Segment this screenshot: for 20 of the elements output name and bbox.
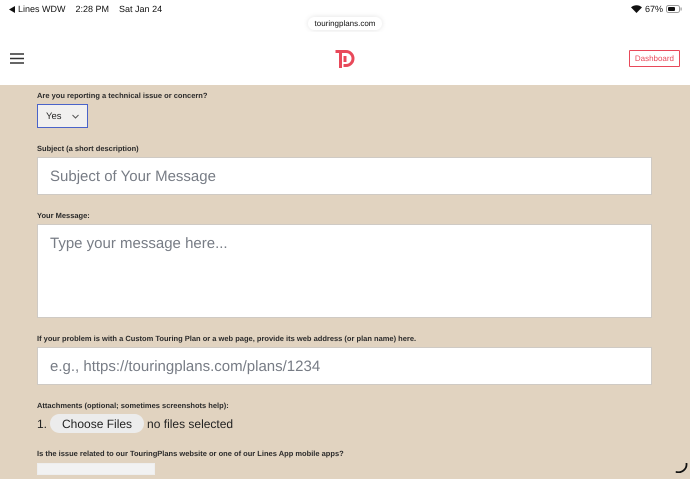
logo-icon[interactable] <box>334 48 356 70</box>
loading-spinner-icon <box>675 463 688 473</box>
back-app-label[interactable]: Lines WDW <box>18 4 66 14</box>
chevron-down-icon <box>72 114 78 118</box>
menu-icon[interactable] <box>10 53 24 64</box>
message-field[interactable]: Type your message here... <box>37 224 652 318</box>
back-icon[interactable] <box>9 6 15 12</box>
input-field[interactable]: Subject of Your Message <box>37 157 652 195</box>
status-time: 2:28 PM <box>76 4 110 14</box>
dashboard-button[interactable]: Dashboard <box>628 50 680 67</box>
choose-files-button[interactable]: Choose Files <box>50 414 144 433</box>
url-bar[interactable]: touringplans.com <box>308 17 382 30</box>
status-date: Sat Jan 24 <box>119 4 162 14</box>
dropdown[interactable]: Yes <box>37 104 88 128</box>
battery-percentage: 67% <box>644 4 663 14</box>
list-number: 1. <box>37 416 48 430</box>
battery-icon <box>666 5 682 13</box>
input-field[interactable]: e.g., https://touringplans.com/plans/1234 <box>37 347 652 385</box>
file-status: no files selected <box>147 416 234 430</box>
wifi-icon <box>630 5 642 13</box>
